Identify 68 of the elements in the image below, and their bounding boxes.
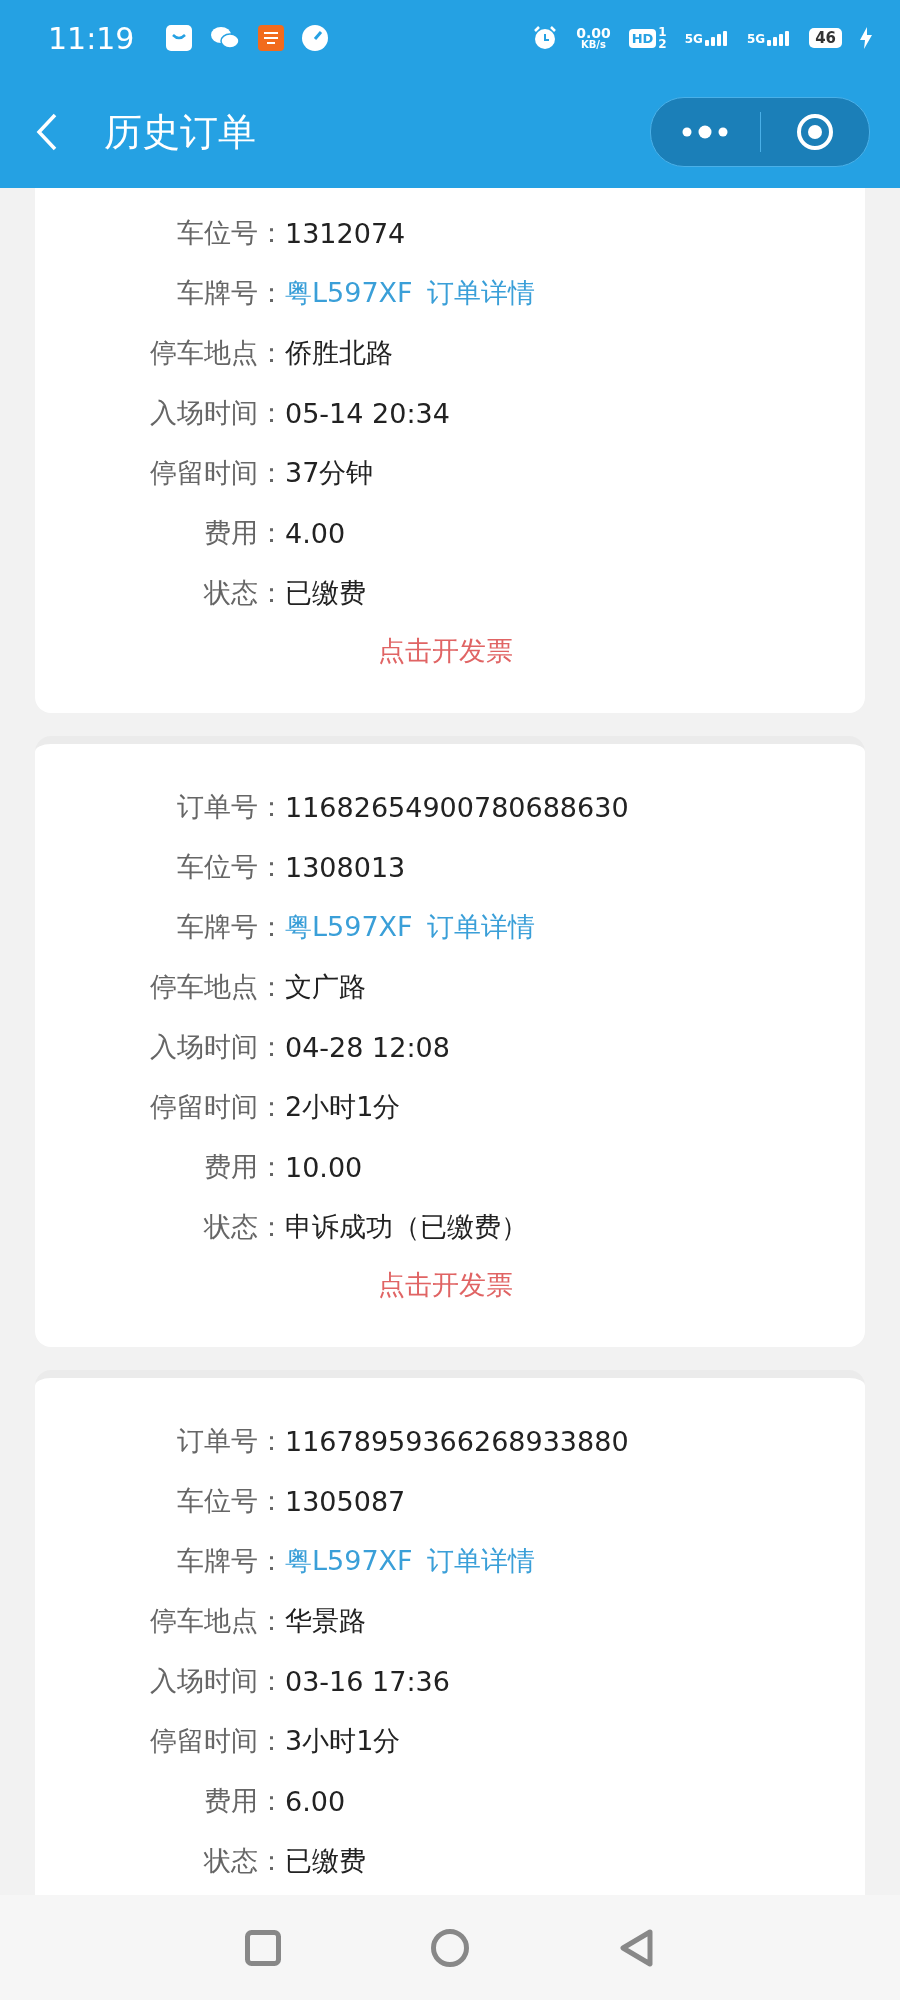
field-value: 1308013 (285, 851, 406, 883)
field-label: 状态： (202, 1844, 285, 1878)
field-label: 车牌号： (176, 276, 285, 310)
field-label: 入场时间： (149, 396, 285, 430)
field-label: 状态： (202, 1210, 285, 1244)
field-value: 文广路 (285, 970, 366, 1004)
field-label: 车位号： (176, 1484, 285, 1518)
field-value: 申诉成功（已缴费） (285, 1210, 528, 1244)
field-value: 1305087 (285, 1485, 406, 1517)
field-label: 停留时间： (149, 1724, 285, 1758)
gauge-icon (302, 25, 329, 51)
field-value: 10.00 (285, 1151, 363, 1183)
field-value: 3小时1分 (285, 1724, 401, 1758)
battery-level: 46 (809, 28, 842, 48)
field-label: 车位号： (176, 850, 285, 884)
field-value: 1312074 (285, 217, 406, 249)
field-label: 停车地点： (149, 1604, 285, 1638)
field-label: 订单号： (176, 1424, 285, 1458)
hd-badge: HD (628, 28, 657, 48)
target-icon (794, 112, 835, 152)
field-value: 05-14 20:34 (285, 397, 450, 429)
field-value: 11682654900780688630 (285, 791, 629, 823)
status-time: 11:19 (48, 20, 135, 56)
field-label: 车牌号： (176, 1544, 285, 1578)
sim-number: 2 (658, 38, 667, 50)
page-title: 历史订单 (104, 108, 256, 156)
field-label: 状态： (202, 576, 285, 610)
recents-icon[interactable] (245, 1929, 281, 1966)
field-value: 侨胜北路 (285, 336, 393, 370)
field-value: 04-28 12:08 (285, 1031, 450, 1063)
field-label: 订单号： (176, 790, 285, 824)
plate-number[interactable]: 粤L597XF (285, 275, 413, 311)
net-unit: KB/s (580, 40, 606, 50)
field-label: 入场时间： (149, 1030, 285, 1064)
bag-icon (166, 25, 193, 51)
back-icon[interactable] (36, 113, 58, 151)
field-value: 6.00 (285, 1785, 346, 1817)
field-value: 已缴费 (285, 576, 366, 610)
field-label: 车牌号： (176, 910, 285, 944)
field-label: 停留时间： (149, 456, 285, 490)
field-value: 37分钟 (285, 456, 374, 490)
field-label: 停车地点： (149, 970, 285, 1004)
field-label: 车位号： (176, 216, 285, 250)
chat-icon (210, 25, 241, 51)
field-value: 华景路 (285, 1604, 366, 1638)
invoice-link[interactable]: 点击开发票 (377, 1267, 513, 1303)
field-value: 11678959366268933880 (285, 1425, 629, 1457)
plate-number[interactable]: 粤L597XF (285, 1543, 413, 1579)
sim-number: 1 (658, 26, 667, 38)
order-detail-link[interactable]: 订单详情 (426, 909, 535, 945)
net-speed: 0.00 (576, 26, 611, 40)
field-label: 费用： (203, 516, 285, 550)
back-nav-icon[interactable] (619, 1928, 655, 1967)
field-label: 费用： (203, 1150, 285, 1184)
app-icon (258, 25, 285, 51)
order-detail-link[interactable]: 订单详情 (426, 275, 535, 311)
field-label: 费用： (203, 1784, 285, 1818)
field-label: 入场时间： (149, 1664, 285, 1698)
field-label: 停留时间： (149, 1090, 285, 1124)
field-value: 已缴费 (285, 1844, 366, 1878)
field-value: 4.00 (285, 517, 346, 549)
field-value: 2小时1分 (285, 1090, 401, 1124)
home-icon[interactable] (431, 1928, 469, 1967)
order-detail-link[interactable]: 订单详情 (426, 1543, 535, 1579)
plate-number[interactable]: 粤L597XF (285, 909, 413, 945)
field-value: 03-16 17:36 (285, 1665, 450, 1697)
field-label: 停车地点： (149, 336, 285, 370)
invoice-link[interactable]: 点击开发票 (377, 633, 513, 669)
